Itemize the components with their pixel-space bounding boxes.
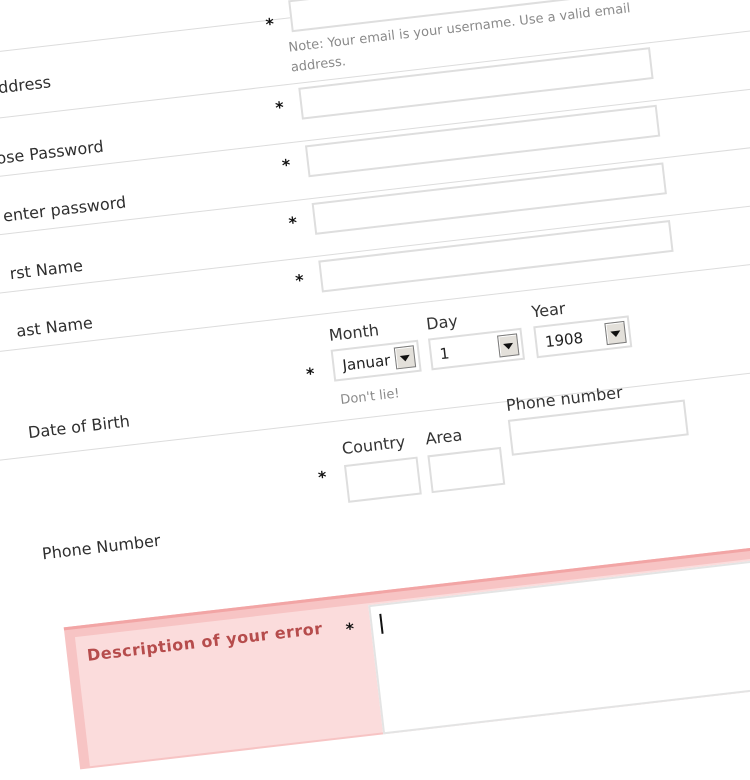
last-name-label: ast Name — [15, 313, 94, 341]
day-label: Day — [425, 311, 459, 334]
month-label: Month — [327, 320, 380, 345]
area-code-field[interactable] — [427, 446, 506, 494]
month-select[interactable]: Januar — [330, 339, 422, 382]
registration-form: address * Note: Your email is your usern… — [0, 0, 750, 777]
error-description-section: Description of your error * — [63, 533, 750, 770]
required-marker: * — [317, 467, 328, 488]
country-code-field[interactable] — [343, 456, 422, 503]
year-select[interactable]: 1908 — [533, 315, 633, 359]
phone-number-label: Phone Number — [41, 530, 162, 564]
error-description-panel: Description of your error * — [74, 543, 750, 767]
day-select[interactable]: 1 — [427, 327, 526, 371]
required-marker: * — [305, 363, 316, 384]
year-value: 1908 — [544, 328, 585, 352]
chevron-down-icon[interactable] — [497, 333, 520, 358]
chevron-down-icon[interactable] — [604, 320, 627, 346]
required-marker: * — [274, 97, 285, 118]
error-description-textarea[interactable] — [368, 543, 750, 735]
required-marker: * — [287, 212, 299, 233]
dob-note: Don't lie! — [339, 386, 401, 409]
day-value: 1 — [438, 344, 451, 364]
country-label: Country — [340, 431, 407, 459]
required-marker: * — [344, 619, 356, 639]
error-description-label: Description of your error — [86, 618, 324, 665]
area-label: Area — [424, 425, 464, 449]
required-marker: * — [281, 155, 292, 176]
first-name-label: rst Name — [8, 255, 84, 284]
year-label: Year — [530, 298, 567, 322]
text-cursor — [379, 613, 384, 634]
month-value: Januar — [341, 351, 392, 375]
required-marker: * — [264, 14, 276, 35]
chevron-down-icon[interactable] — [393, 345, 417, 370]
password-label: ose Password — [0, 136, 105, 168]
required-marker: * — [294, 270, 305, 291]
email-label: address — [0, 72, 52, 99]
date-of-birth-label: Date of Birth — [27, 411, 131, 443]
